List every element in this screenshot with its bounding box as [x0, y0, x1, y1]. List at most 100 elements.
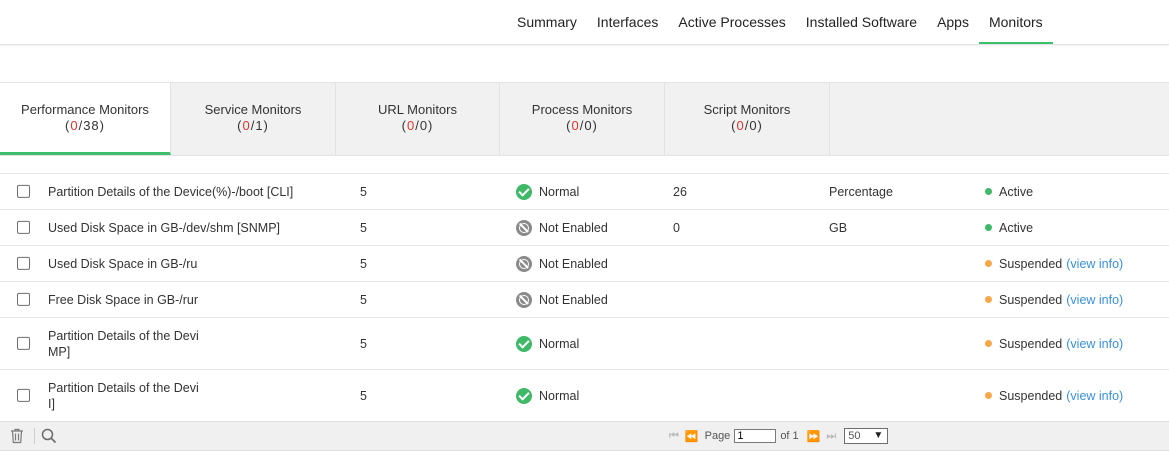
row-checkbox[interactable]: [17, 292, 30, 306]
status-dot-icon: [985, 224, 992, 231]
tab-apps[interactable]: Apps: [927, 0, 979, 44]
rows-per-page-select[interactable]: 50 ▼: [844, 428, 889, 444]
view-info-link[interactable]: (view info): [1066, 257, 1123, 271]
count-total: 0: [749, 118, 758, 133]
tab-performance-monitors[interactable]: Performance Monitors (0/38): [0, 83, 171, 155]
tab-label: Script Monitors: [703, 102, 791, 117]
status: Normal: [516, 335, 580, 352]
view-info-link[interactable]: (view info): [1066, 293, 1123, 307]
poll-interval: 5: [360, 336, 367, 351]
tab-active-processes[interactable]: Active Processes: [668, 0, 795, 44]
monitor-count: (0/0): [731, 118, 763, 133]
row-checkbox[interactable]: [17, 388, 30, 402]
tab-summary[interactable]: Summary: [507, 0, 587, 44]
tab-label: Performance Monitors: [21, 102, 149, 117]
table-footer: ⏮ ⏪ Page of 1 ⏩ ⏭ 50 ▼: [0, 421, 1169, 451]
state-text: Suspended: [999, 388, 1063, 403]
first-page-icon[interactable]: ⏮: [669, 430, 679, 443]
row-checkbox[interactable]: [17, 336, 30, 350]
state-text: Active: [999, 184, 1034, 199]
disabled-icon: [516, 255, 532, 272]
status-dot-icon: [985, 260, 992, 267]
status: Not Enabled: [516, 255, 608, 272]
status: Normal: [516, 387, 580, 404]
monitors-table: Partition Details of the Device(%)-/boot…: [0, 173, 1169, 421]
table-row: Used Disk Space in GB-/run/ 5 Not Enable…: [0, 246, 1169, 282]
current-value: 0: [673, 220, 680, 235]
tab-label: Service Monitors: [204, 102, 302, 117]
poll-interval: 5: [360, 388, 367, 403]
poll-interval: 5: [360, 220, 367, 235]
poll-interval: 5: [360, 256, 367, 271]
current-value: 26: [673, 184, 687, 199]
count-down: 0: [406, 118, 416, 133]
monitor-state: Active: [985, 221, 1033, 235]
count-total: 38: [83, 118, 100, 133]
previous-page-icon[interactable]: ⏪: [685, 430, 699, 443]
poll-interval: 5: [360, 292, 367, 307]
check-circle-icon: [516, 183, 532, 200]
nav-tabs: Summary Interfaces Active Processes Inst…: [507, 0, 1053, 44]
count-down: 0: [736, 118, 745, 133]
row-checkbox[interactable]: [17, 184, 30, 198]
last-page-icon[interactable]: ⏭: [826, 430, 836, 443]
page-number-input[interactable]: [734, 429, 777, 443]
table-row: Partition Details of the Device(%)-/boot…: [0, 173, 1169, 210]
trash-icon[interactable]: [10, 428, 24, 444]
status-dot-icon: [985, 340, 992, 347]
count-total: 1: [255, 118, 264, 133]
table-row: Free Disk Space in GB-/run/ 5 Not Enable…: [0, 282, 1169, 318]
page-count: of 1: [780, 430, 799, 442]
monitor-name[interactable]: Partition Details of the Device(%)-/boot…: [48, 184, 308, 200]
status-text: Normal: [539, 184, 580, 199]
tab-label: Process Monitors: [531, 102, 633, 117]
monitor-count: (0/0): [566, 118, 598, 133]
monitor-name[interactable]: Used Disk Space in GB-/dev/shm [SNMP]: [48, 220, 308, 236]
tab-service-monitors[interactable]: Service Monitors (0/1): [171, 83, 336, 155]
status-text: Not Enabled: [539, 256, 608, 271]
monitor-state: Suspended (view info): [985, 337, 1123, 351]
count-total: 0: [419, 118, 429, 133]
search-icon[interactable]: [41, 428, 57, 444]
check-circle-icon: [516, 335, 532, 352]
count-total: 0: [584, 118, 593, 133]
unit: GB: [829, 220, 848, 235]
tab-url-monitors[interactable]: URL Monitors (0/0): [336, 83, 500, 155]
tab-label: URL Monitors: [378, 102, 457, 117]
poll-interval: 5: [360, 184, 367, 199]
row-checkbox[interactable]: [17, 256, 30, 270]
status: Not Enabled: [516, 219, 608, 236]
view-info-link[interactable]: (view info): [1066, 337, 1123, 351]
table-row: Partition Details of the Devi MP] 5 Norm…: [0, 318, 1169, 370]
tab-monitors[interactable]: Monitors: [978, 0, 1053, 44]
tab-process-monitors[interactable]: Process Monitors (0/0): [500, 83, 665, 155]
top-navigation: Summary Interfaces Active Processes Inst…: [0, 0, 1169, 45]
next-page-icon[interactable]: ⏩: [807, 430, 821, 443]
monitor-count: (0/1): [237, 118, 269, 133]
check-circle-icon: [516, 387, 532, 404]
status: Normal: [516, 183, 580, 200]
state-text: Suspended: [999, 336, 1063, 351]
status-text: Not Enabled: [539, 220, 608, 235]
table-row: Partition Details of the Devic I] 5 Norm…: [0, 370, 1169, 421]
status-dot-icon: [985, 296, 992, 303]
chevron-down-icon: ▼: [873, 430, 884, 441]
tab-script-monitors[interactable]: Script Monitors (0/0): [665, 83, 830, 155]
tab-installed-software[interactable]: Installed Software: [796, 0, 927, 44]
table-row: Used Disk Space in GB-/dev/shm [SNMP] 5 …: [0, 210, 1169, 246]
view-info-link[interactable]: (view info): [1066, 389, 1123, 403]
monitor-state: Suspended (view info): [985, 257, 1123, 271]
status: Not Enabled: [516, 291, 608, 308]
monitor-type-tabs: Performance Monitors (0/38) Service Moni…: [0, 82, 1169, 156]
status-text: Normal: [539, 336, 580, 351]
page-label: Page: [704, 430, 731, 442]
disabled-icon: [516, 219, 532, 236]
tab-interfaces[interactable]: Interfaces: [587, 0, 668, 44]
monitor-state: Active: [985, 185, 1033, 199]
state-text: Suspended: [999, 256, 1063, 271]
status-text: Normal: [539, 388, 580, 403]
disabled-icon: [516, 291, 532, 308]
count-down: 0: [242, 118, 251, 133]
status-text: Not Enabled: [539, 292, 608, 307]
row-checkbox[interactable]: [17, 220, 30, 234]
